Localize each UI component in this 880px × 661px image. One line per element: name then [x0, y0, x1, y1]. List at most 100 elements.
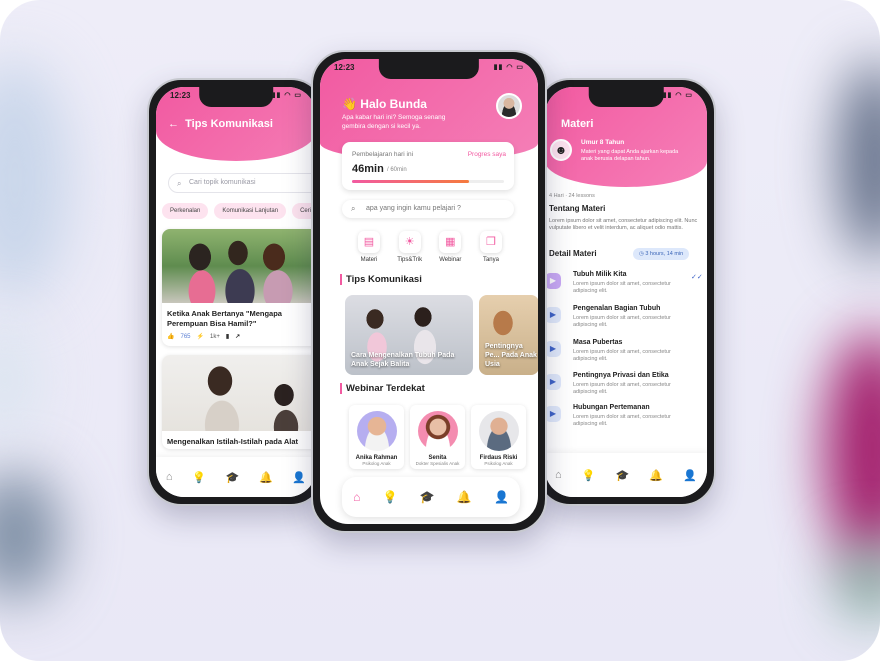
lesson-item[interactable]: ▶ Tubuh Milik Kita Lorem ipsum dolor sit…	[545, 271, 705, 299]
home-icon[interactable]: ⌂	[555, 469, 562, 481]
lesson-item[interactable]: ▶ Pengenalan Bagian Tubuh Lorem ipsum do…	[545, 305, 705, 333]
lesson-item[interactable]: ▶ Hubungan Pertemanan Lorem ipsum dolor …	[545, 404, 705, 432]
article-card[interactable]: Mengenalkan Istilah-Istilah pada Alat	[162, 355, 316, 450]
phone-right: ▮▮ ◠ ▭ Materi ☻ Umur 8 Tahun Materi yang…	[536, 78, 716, 506]
play-icon[interactable]: ▶	[545, 307, 561, 323]
user-icon[interactable]: 👤	[494, 490, 509, 504]
wave-icon: 👋	[342, 97, 357, 111]
background-blur	[840, 60, 880, 260]
background-blur	[825, 330, 880, 570]
progress-bar	[352, 180, 504, 183]
search-icon: ⌕	[177, 179, 182, 188]
greeting-subtitle: Apa kabar hari ini? Semoga senang gembir…	[342, 114, 446, 130]
bookmark-icon[interactable]: ▮	[226, 333, 229, 340]
webinar-card[interactable]: Anika Rahman Psikolog Anak	[349, 405, 404, 469]
lightbulb-icon[interactable]: 💡	[192, 471, 206, 484]
play-icon[interactable]: ▶	[545, 406, 561, 422]
user-icon[interactable]: 👤	[292, 471, 306, 484]
progress-card[interactable]: Pembelajaran hari ini Progres saya 46min…	[342, 142, 514, 190]
lesson-item[interactable]: ▶ Pentingnya Privasi dan Etika Lorem ips…	[545, 372, 705, 400]
avatar[interactable]	[496, 93, 522, 119]
play-icon[interactable]: ▶	[545, 374, 561, 390]
search-icon: ⌕	[351, 204, 356, 213]
detail-heading: Detail Materi	[549, 249, 597, 258]
speaker-role: Dokter Spesialis Anak	[415, 461, 460, 466]
search-input[interactable]: ⌕ apa yang ingin kamu pelajari ?	[342, 200, 514, 218]
bell-icon[interactable]: 🔔	[457, 490, 472, 504]
bottom-nav: ⌂ 💡 🎓 🔔 👤	[156, 457, 316, 497]
share-icon[interactable]: ↗	[235, 333, 240, 340]
chip[interactable]: Komunikasi Lanjutan	[214, 203, 287, 219]
screen-materi: ▮▮ ◠ ▭ Materi ☻ Umur 8 Tahun Materi yang…	[545, 87, 707, 497]
tips-carousel: Cara Mengenalkan Tubuh Pada Anak Sejak B…	[345, 295, 538, 375]
lesson-title: Masa Pubertas	[573, 339, 623, 346]
book-icon: ▤	[358, 231, 380, 253]
speaker-photo	[417, 411, 458, 451]
chip[interactable]: Perkenalan	[162, 203, 209, 219]
view-count: 1k+	[209, 333, 220, 340]
article-image	[162, 229, 316, 303]
lightbulb-icon[interactable]: 💡	[582, 469, 596, 482]
category-tanya[interactable]: ❐ Tanya	[476, 231, 506, 263]
webinar-list: Anika Rahman Psikolog Anak Senita Dokter…	[349, 405, 526, 469]
category-tips[interactable]: ☀ Tips&Trik	[395, 231, 425, 263]
status-bar: 12:23 ▮▮ ◠ ▭	[170, 91, 302, 105]
category-webinar[interactable]: ▦ Webinar	[435, 231, 465, 263]
lesson-desc: Lorem ipsum dolor sit amet, consectetur …	[573, 382, 671, 396]
lightbulb-icon[interactable]: 💡	[383, 490, 398, 504]
course-meta: 4 Hari · 24 lessons	[549, 193, 595, 199]
lesson-title: Hubungan Pertemanan	[573, 404, 650, 411]
speaker-role: Psikolog Anak	[484, 461, 513, 466]
category-materi[interactable]: ▤ Materi	[354, 231, 384, 263]
webinar-card[interactable]: Firdaus Riski Psikolog Anak	[471, 405, 526, 469]
lesson-desc: Lorem ipsum dolor sit amet, consectetur …	[573, 349, 671, 363]
tip-card[interactable]: Cara Mengenalkan Tubuh Pada Anak Sejak B…	[345, 295, 473, 375]
child-avatar-icon: ☻	[550, 139, 572, 161]
progress-value: 46min	[352, 163, 384, 175]
lesson-desc: Lorem ipsum dolor sit amet, consectetur …	[573, 315, 671, 329]
article-card[interactable]: Ketika Anak Bertanya "Mengapa Perempuan …	[162, 229, 316, 347]
background-blur	[840, 540, 880, 620]
play-icon[interactable]: ▶	[545, 341, 561, 357]
tip-card[interactable]: Pentingnya Pe... Pada Anak Usia	[479, 295, 538, 375]
home-icon[interactable]: ⌂	[353, 490, 360, 504]
graduation-cap-icon[interactable]: 🎓	[616, 469, 630, 482]
search-placeholder: apa yang ingin kamu pelajari ?	[366, 205, 461, 212]
speaker-photo	[356, 411, 397, 451]
calendar-icon: ▦	[439, 231, 462, 253]
thumbs-up-icon[interactable]: 👍	[167, 333, 174, 340]
check-icon: ✓✓	[691, 274, 703, 281]
phone-center: 12:23 ▮▮ ◠ ▭ 👋 Halo Bunda Apa kabar hari…	[311, 50, 547, 533]
progress-fill	[352, 180, 470, 183]
search-placeholder: Cari topik komunikasi	[189, 179, 256, 186]
tip-caption: Pentingnya Pe... Pada Anak Usia	[485, 342, 537, 368]
user-icon[interactable]: 👤	[683, 469, 697, 482]
graduation-cap-icon[interactable]: 🎓	[420, 490, 435, 504]
bell-icon[interactable]: 🔔	[259, 471, 273, 484]
home-icon[interactable]: ⌂	[166, 471, 173, 483]
about-heading: Tentang Materi	[549, 204, 606, 213]
lesson-item[interactable]: ▶ Masa Pubertas Lorem ipsum dolor sit am…	[545, 339, 705, 367]
signal-icon: ▮▮ ◠ ▭	[271, 92, 302, 99]
bottom-nav: ⌂ 💡 🎓 🔔 👤	[545, 453, 707, 497]
lesson-desc: Lorem ipsum dolor sit amet, consectetur …	[573, 414, 671, 428]
back-arrow-icon[interactable]: ←	[168, 118, 179, 130]
phone-left: 12:23 ▮▮ ◠ ▭ ← Tips Komunikasi ⌕ Cari to…	[147, 78, 325, 506]
page-title: Materi	[561, 118, 594, 130]
article-image	[162, 355, 316, 431]
search-input[interactable]: ⌕ Cari topik komunikasi	[168, 173, 316, 193]
article-title: Ketika Anak Bertanya "Mengapa Perempuan …	[167, 309, 282, 329]
lesson-title: Pengenalan Bagian Tubuh	[573, 305, 661, 312]
graduation-cap-icon[interactable]: 🎓	[226, 471, 240, 484]
chat-icon: ❐	[479, 231, 502, 253]
bell-icon[interactable]: 🔔	[649, 469, 663, 482]
category-label: Materi	[360, 257, 378, 263]
article-title: Mengenalkan Istilah-Istilah pada Alat	[167, 437, 299, 446]
bolt-icon: ⚡	[196, 334, 204, 341]
progress-link[interactable]: Progres saya	[468, 151, 506, 158]
play-icon[interactable]: ▶	[545, 273, 561, 289]
webinar-card[interactable]: Senita Dokter Spesialis Anak	[410, 405, 465, 469]
page-title: ← Tips Komunikasi	[168, 118, 273, 130]
status-time: 12:23	[334, 63, 355, 72]
background-blur	[0, 470, 60, 600]
